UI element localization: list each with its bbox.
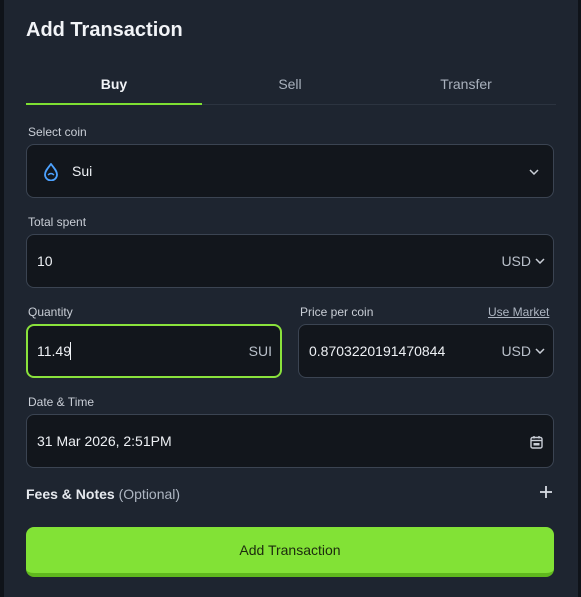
fees-notes-label: Fees & Notes	[26, 486, 115, 502]
tab-transfer[interactable]: Transfer	[378, 64, 554, 104]
fees-notes-toggle[interactable]: Fees & Notes (Optional)	[26, 486, 180, 502]
price-currency-select[interactable]: USD	[501, 343, 545, 359]
price-per-coin-label: Price per coin	[300, 305, 374, 319]
total-spent-field[interactable]: 10 USD	[26, 234, 554, 288]
use-market-link[interactable]: Use Market	[488, 305, 549, 319]
fees-notes-optional: (Optional)	[118, 486, 181, 502]
calendar-icon[interactable]	[530, 435, 543, 449]
select-coin-label: Select coin	[28, 125, 87, 139]
coin-select[interactable]: Sui	[26, 144, 554, 198]
add-transaction-button[interactable]: Add Transaction	[26, 527, 554, 577]
date-time-label: Date & Time	[28, 395, 95, 409]
price-per-coin-value: 0.8703220191470844	[309, 343, 446, 359]
total-spent-value: 10	[37, 253, 53, 269]
sui-droplet-icon	[44, 163, 58, 181]
date-time-field[interactable]: 31 Mar 2026, 2:51PM	[26, 414, 554, 468]
quantity-label: Quantity	[28, 305, 73, 319]
price-per-coin-field[interactable]: 0.8703220191470844 USD	[298, 324, 554, 378]
plus-icon[interactable]	[538, 484, 554, 500]
tab-sell[interactable]: Sell	[202, 64, 378, 104]
date-time-value: 31 Mar 2026, 2:51PM	[37, 433, 172, 449]
currency-label: USD	[501, 253, 531, 269]
quantity-value: 11.49	[37, 343, 71, 359]
chevron-down-icon	[535, 348, 545, 354]
modal-title: Add Transaction	[26, 19, 183, 41]
add-transaction-modal: Add Transaction Buy Sell Transfer Select…	[4, 0, 578, 597]
currency-label: USD	[501, 343, 531, 359]
tab-buy[interactable]: Buy	[26, 64, 202, 105]
quantity-field[interactable]: 11.49 SUI	[26, 324, 282, 378]
total-spent-label: Total spent	[28, 215, 87, 229]
chevron-down-icon	[535, 258, 545, 264]
chevron-down-icon	[529, 169, 539, 175]
total-spent-currency-select[interactable]: USD	[501, 253, 545, 269]
coin-select-value: Sui	[72, 163, 93, 179]
transaction-type-tabs: Buy Sell Transfer	[26, 64, 556, 105]
quantity-unit: SUI	[248, 343, 272, 359]
text-cursor	[70, 342, 71, 360]
